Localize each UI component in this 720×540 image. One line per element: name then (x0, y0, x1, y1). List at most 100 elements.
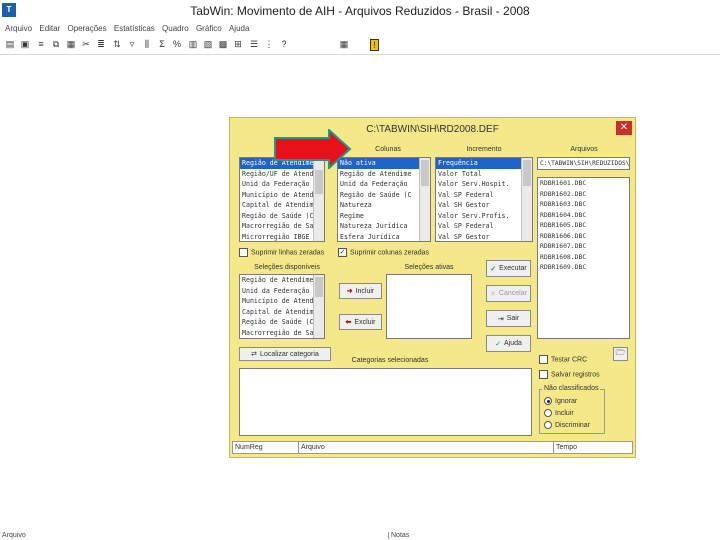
toolbar: ▤ ▣ ≡ ⧉ ▦ ✂ ≣ ⇅ ▿ ⫼ Σ % ▥ ▧ ▩ ⊞ ☰ ⋮ ? ▦ … (0, 37, 720, 53)
exclude-button[interactable]: ⬅ Excluir (339, 314, 382, 330)
file-list-item[interactable]: RDBR1605.DBC (538, 220, 629, 231)
paste-icon[interactable]: ▦ (66, 39, 76, 49)
file-list-item[interactable]: RDBR1602.DBC (538, 189, 629, 200)
menu-bar: Arquivo Editar Operações Estatísticas Qu… (0, 22, 720, 36)
cut-icon[interactable]: ✂ (81, 39, 91, 49)
filter-icon[interactable]: ▿ (127, 39, 137, 49)
grid-icon[interactable]: ▦ (339, 39, 349, 49)
stats-icon[interactable]: ▥ (188, 39, 198, 49)
test-crc-checkbox[interactable]: Testar CRC (539, 355, 587, 364)
active-list[interactable] (386, 274, 472, 339)
increment-list-item[interactable]: Valor Serv.Profis. (436, 211, 532, 222)
radio-ignorar[interactable]: Ignorar (544, 397, 577, 405)
columns-list-item[interactable]: Região de Atendime (338, 169, 430, 180)
increment-list-item[interactable]: Valor Total (436, 169, 532, 180)
increment-list-item[interactable]: Val SP Federal (436, 190, 532, 201)
columns-scrollbar[interactable] (419, 158, 430, 241)
unclassified-label: Não classificados (542, 385, 601, 392)
menu-operacoes[interactable]: Operações (68, 22, 107, 36)
menu-quadro[interactable]: Quadro (162, 22, 189, 36)
sum-icon[interactable]: Σ (157, 39, 167, 49)
files-path[interactable]: C:\TABWIN\SIH\REDUZIDOS\*F (537, 157, 630, 170)
increment-list-item[interactable]: Frequência (436, 158, 532, 169)
list-icon[interactable]: ☰ (249, 39, 259, 49)
available-list-item[interactable]: Região de Saúde (C (240, 317, 324, 328)
increment-list-item[interactable]: Val SP Federal (436, 221, 532, 232)
save-records-checkbox[interactable]: Salvar registros (539, 370, 600, 379)
categories-list[interactable] (239, 368, 532, 436)
format-icon[interactable]: ≣ (96, 39, 106, 49)
sort-icon[interactable]: ⇅ (112, 39, 122, 49)
print-icon[interactable]: ≡ (36, 39, 46, 49)
increment-list-item[interactable]: Valor Serv.Hospit. (436, 179, 532, 190)
rows-list-item[interactable]: Microrregião IBGE (240, 232, 324, 242)
files-list[interactable]: RDBR1601.DBC RDBR1602.DBC RDBR1603.DBC RDBR… (537, 177, 630, 339)
open-icon[interactable]: ▤ (5, 39, 15, 49)
suppress-cols-checkbox[interactable]: ✓ Suprimir colunas zeradas (338, 248, 429, 257)
file-list-item[interactable]: RDBR1601.DBC (538, 178, 629, 189)
execute-button[interactable]: ✓ Executar (486, 260, 531, 277)
cancel-button[interactable]: ✕ Cancelar (486, 285, 531, 302)
map-icon[interactable]: ▩ (218, 39, 228, 49)
help-icon[interactable]: ? (279, 39, 289, 49)
available-scrollbar[interactable] (313, 275, 324, 338)
folder-button[interactable]: 🗁 (613, 347, 628, 361)
rows-list-item[interactable]: Região/UF de Atend (240, 169, 324, 180)
tree-icon[interactable]: ⋮ (264, 39, 274, 49)
menu-ajuda[interactable]: Ajuda (229, 22, 249, 36)
increment-scrollbar[interactable] (521, 158, 532, 241)
help-button[interactable]: ✓ Ajuda (486, 335, 531, 352)
available-list-item[interactable]: Região de Atendime (240, 275, 324, 286)
rows-list-item[interactable]: Unid da Federação (240, 179, 324, 190)
available-list-item[interactable]: Município de Atend (240, 296, 324, 307)
columns-list-item[interactable]: Unid da Federação (338, 179, 430, 190)
columns-list-item[interactable]: Regime (338, 211, 430, 222)
locate-category-button[interactable]: ⇄ Localizar categoria (239, 347, 331, 361)
file-list-item[interactable]: RDBR1606.DBC (538, 231, 629, 242)
file-list-item[interactable]: RDBR1604.DBC (538, 210, 629, 221)
menu-grafico[interactable]: Gráfico (196, 22, 222, 36)
include-button[interactable]: ➜ Incluir (339, 283, 382, 299)
rows-list[interactable]: Região de Atendime Região/UF de Atend Unid… (239, 157, 325, 242)
available-list-item[interactable]: Macrorregião de Sa (240, 328, 324, 339)
columns-list-item[interactable]: Esfera Jurídica (338, 232, 430, 242)
menu-editar[interactable]: Editar (39, 22, 60, 36)
columns-list-item[interactable]: Natureza Jurídica (338, 221, 430, 232)
rows-list-item[interactable]: Macrorregião de Sa (240, 221, 324, 232)
rows-list-item[interactable]: Capital de Atendim (240, 200, 324, 211)
columns-list-item[interactable]: Região de Saúde (C (338, 190, 430, 201)
columns-list[interactable]: Não ativa Região de Atendime Unid da Feder… (337, 157, 431, 242)
copy-icon[interactable]: ⧉ (51, 39, 61, 49)
radio-incluir[interactable]: Incluir (544, 409, 574, 417)
increment-list-item[interactable]: Val SP Gestor (436, 232, 532, 242)
exit-button[interactable]: ⇥ Sair (486, 310, 531, 327)
info-icon[interactable]: ! (370, 39, 379, 51)
menu-estatisticas[interactable]: Estatísticas (114, 22, 155, 36)
save-icon[interactable]: ▣ (20, 39, 30, 49)
col-tempo: Tempo (556, 444, 578, 451)
menu-arquivo[interactable]: Arquivo (5, 22, 32, 36)
file-list-item[interactable]: RDBR1607.DBC (538, 241, 629, 252)
rows-list-item[interactable]: Região de Saúde (C (240, 211, 324, 222)
increment-list-item[interactable]: Val SH Gestor (436, 200, 532, 211)
chart-icon[interactable]: ▧ (203, 39, 213, 49)
window-titlebar: T TabWin: Movimento de AIH - Arquivos Re… (0, 0, 720, 22)
file-list-item[interactable]: RDBR1609.DBC (538, 262, 629, 273)
available-list[interactable]: Região de Atendime Unid da Federação Munic… (239, 274, 325, 339)
calc-icon[interactable]: ⊞ (233, 39, 243, 49)
rows-list-item[interactable]: Município de Atend (240, 190, 324, 201)
columns-icon[interactable]: ⫼ (142, 39, 152, 49)
status-bar: Arquivo Notas (0, 532, 720, 540)
file-list-item[interactable]: RDBR1608.DBC (538, 252, 629, 263)
close-button[interactable]: ✕ (616, 121, 632, 135)
increment-list[interactable]: Frequência Valor Total Valor Serv.Hospit. V… (435, 157, 533, 242)
suppress-rows-checkbox[interactable]: Suprimir linhas zeradas (239, 248, 324, 257)
rows-scrollbar[interactable] (313, 158, 324, 241)
percent-icon[interactable]: % (172, 39, 182, 49)
active-label: Seleções ativas (404, 264, 454, 271)
columns-list-item[interactable]: Natureza (338, 200, 430, 211)
radio-discriminar[interactable]: Discriminar (544, 421, 590, 429)
available-list-item[interactable]: Unid da Federação (240, 286, 324, 297)
available-list-item[interactable]: Capital de Atendim (240, 307, 324, 318)
file-list-item[interactable]: RDBR1603.DBC (538, 199, 629, 210)
